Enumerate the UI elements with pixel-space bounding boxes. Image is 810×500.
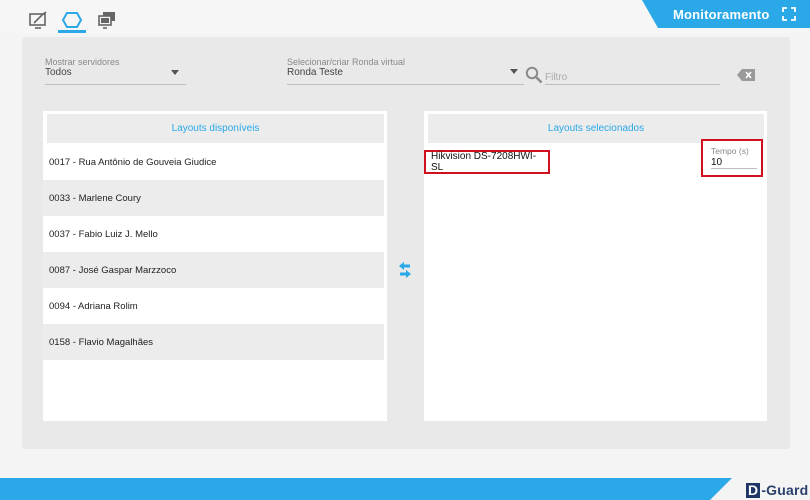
- tour-select-value: Ronda Teste: [287, 67, 343, 78]
- page-title: Monitoramento: [673, 7, 770, 22]
- fullscreen-icon[interactable]: [782, 7, 796, 21]
- swap-arrows-icon[interactable]: [399, 262, 411, 278]
- chevron-down-icon: [171, 70, 179, 75]
- available-layouts-list: Layouts disponíveis 0017 - Rua Antônio d…: [43, 111, 387, 421]
- servers-select[interactable]: Mostrar servidores Todos: [45, 58, 186, 85]
- list-item[interactable]: 0094 - Adriana Rolim: [43, 288, 384, 324]
- list-item[interactable]: 0037 - Fabio Luiz J. Mello: [43, 216, 384, 252]
- clear-icon[interactable]: [737, 69, 755, 81]
- brand-logo-letter: D: [746, 482, 761, 498]
- search-icon: [525, 66, 543, 84]
- servers-select-label: Mostrar servidores: [45, 57, 120, 67]
- list-item[interactable]: 0158 - Flavio Magalhães: [43, 324, 384, 360]
- list-item[interactable]: 0087 - José Gaspar Marzzoco: [43, 252, 384, 288]
- selected-layout-item[interactable]: Hikvision DS-7208HWI-SL: [424, 150, 550, 174]
- hexagon-icon[interactable]: [61, 10, 83, 30]
- footer-bar: [0, 478, 810, 500]
- time-field-label: Tempo (s): [711, 146, 749, 156]
- title-banner: Monitoramento: [642, 0, 810, 28]
- tour-select-label: Selecionar/criar Ronda virtual: [287, 57, 406, 67]
- search-input[interactable]: [545, 68, 720, 85]
- active-tab-indicator: [58, 30, 86, 33]
- brand-logo-text: -Guard: [761, 482, 809, 498]
- list-item[interactable]: 0033 - Marlene Coury: [43, 180, 384, 216]
- chevron-down-icon: [510, 69, 518, 74]
- time-input[interactable]: [711, 156, 757, 169]
- top-bar: Monitoramento: [0, 0, 810, 33]
- list-item[interactable]: 0017 - Rua Antônio de Gouveia Giudice: [43, 144, 384, 180]
- monitor-edit-icon[interactable]: [28, 10, 50, 30]
- servers-select-value: Todos: [45, 67, 72, 78]
- multi-screen-icon[interactable]: [96, 10, 118, 30]
- available-layouts-header: Layouts disponíveis: [47, 114, 384, 143]
- time-field[interactable]: Tempo (s): [701, 139, 763, 177]
- tour-select[interactable]: Selecionar/criar Ronda virtual Ronda Tes…: [287, 58, 524, 85]
